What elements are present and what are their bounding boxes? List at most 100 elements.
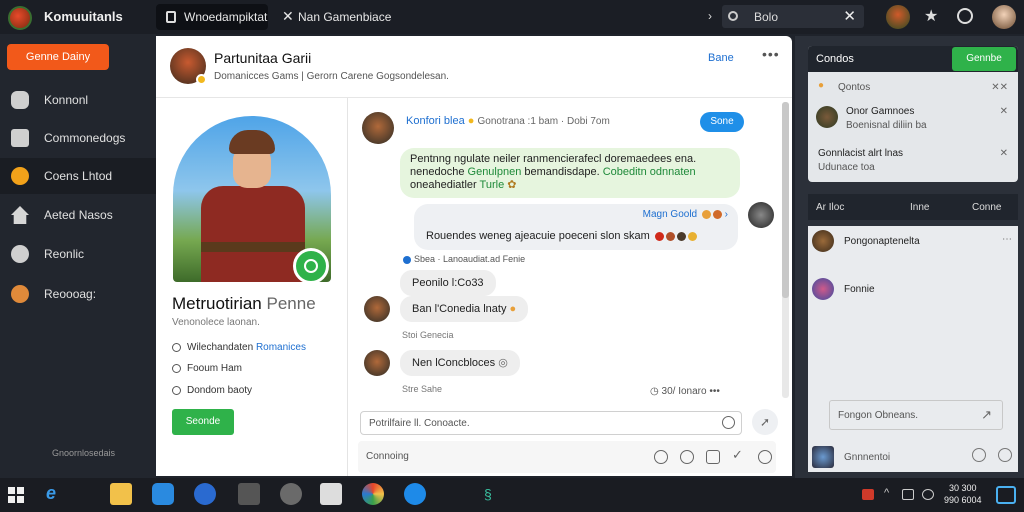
sidebar-item-label: Reoooag: <box>44 287 97 301</box>
edge-icon[interactable] <box>404 483 426 505</box>
check-icon[interactable]: ✓ <box>732 447 746 462</box>
right-panel: Condos Gennbe ● Qontos ✕✕ Onor Gamnoes B… <box>795 36 1024 478</box>
copyright-icon[interactable] <box>680 450 694 464</box>
primary-cta-button[interactable]: Genne Dainy <box>7 44 109 70</box>
emoji-icon[interactable] <box>722 416 735 429</box>
user-icon <box>172 363 181 373</box>
sidebar-item-label: Konnonl <box>44 93 89 107</box>
tab-label: Wnoedampiktat <box>184 10 268 24</box>
contacts-button[interactable]: Gennbe <box>952 47 1016 71</box>
sidebar-item-communities[interactable]: Commonedogs <box>0 120 156 156</box>
power-icon[interactable] <box>957 8 973 24</box>
avatar <box>812 278 834 300</box>
reaction-icon <box>403 255 411 264</box>
close-icon[interactable]: ✕ <box>1000 148 1008 159</box>
clock-icon <box>172 385 181 395</box>
more-options-icon[interactable]: ⋯ <box>1002 234 1012 245</box>
document-icon <box>166 11 176 23</box>
close-icon[interactable]: ✕ <box>282 8 294 25</box>
message-meta: Sbea · Lanoaudiat.ad Fenie <box>400 254 525 264</box>
reply-avatar[interactable] <box>748 202 774 228</box>
chat-icon <box>11 129 29 147</box>
group-avatar[interactable] <box>170 48 207 85</box>
group-title: Partunitaa Garii <box>214 50 312 66</box>
tab-active[interactable]: Wnoedampiktat <box>156 4 268 30</box>
contacts-card: Condos Gennbe ● Qontos ✕✕ Onor Gamnoes B… <box>808 46 1018 182</box>
sidebar-item-reports[interactable]: Reoooag: <box>0 276 156 312</box>
avatar <box>812 446 834 468</box>
member-avatar[interactable] <box>364 296 390 322</box>
timer-icon[interactable] <box>654 450 668 464</box>
group-subtitle: Domanicces Gams | Gerorn Carene Gogsonde… <box>214 71 449 82</box>
browser-icon[interactable] <box>194 483 216 505</box>
store-icon[interactable] <box>320 483 342 505</box>
profile-detail: Dondom baoty <box>172 385 252 396</box>
star-icon[interactable]: ★ <box>924 6 938 26</box>
compose-toolbar: Connoing ✓ <box>358 441 776 473</box>
message-bubble: Magn Goold › Rouendes weneg ajeacuie poe… <box>414 204 738 250</box>
header-link[interactable]: Bane <box>708 52 734 64</box>
chat-area: Konfori blea ● Gonotrana :1 bam · Dobi 7… <box>348 98 792 476</box>
sidebar-item-home[interactable]: Konnonl <box>0 82 156 118</box>
profile-link[interactable]: Romanices <box>256 342 306 353</box>
home-icon <box>11 206 29 224</box>
gear-icon <box>11 245 29 263</box>
scrollbar[interactable] <box>782 102 789 398</box>
send-icon[interactable]: ↗ <box>981 407 992 423</box>
sidebar-item-label: Commonedogs <box>44 131 126 145</box>
sidebar-item-home-page[interactable]: Aeted Nasos <box>0 197 156 233</box>
sync-icon[interactable]: § <box>484 486 506 508</box>
title-bar: Komuuitanls Wnoedampiktat ✕ Nan Gamenbia… <box>0 0 1024 34</box>
message-actions: ◷ 30/ Ionaro ••• <box>650 386 720 397</box>
sender-line: Konfori blea ● Gonotrana :1 bam · Dobi 7… <box>406 115 610 127</box>
emoji-icon[interactable] <box>758 450 772 464</box>
tab-secondary[interactable]: ✕ Nan Gamenbiace <box>280 4 410 30</box>
folder-icon[interactable] <box>110 483 132 505</box>
send-icon[interactable]: ➚ <box>752 409 778 435</box>
chat-header: Partunitaa Garii Domanicces Gams | Geror… <box>156 36 792 98</box>
search-input[interactable]: Bolo <box>754 10 778 24</box>
chrome-icon[interactable] <box>362 483 384 505</box>
emoji-icon[interactable] <box>998 448 1012 462</box>
toolbar-placeholder[interactable]: Connoing <box>366 451 409 462</box>
friend-search-input[interactable]: Fongon Obneans. ↗ <box>829 400 1003 430</box>
emoji-icon <box>11 285 29 303</box>
sender-avatar[interactable] <box>362 112 394 144</box>
message-author: Magn Goold › <box>642 209 728 220</box>
network-icon[interactable] <box>902 489 914 500</box>
message-chip: Nen lConcbloces ◎ <box>400 350 520 376</box>
profile-name: Metruotirian Penne <box>172 294 316 313</box>
avatar[interactable] <box>886 5 910 29</box>
shield-icon[interactable] <box>152 483 174 505</box>
send-message-button[interactable]: Seonde <box>172 409 234 435</box>
chevron-right-icon[interactable]: › <box>708 9 712 23</box>
message-text: Rouendes weneg ajeacuie poeceni slon ska… <box>426 230 697 242</box>
close-icon[interactable]: ✕ <box>1000 106 1008 117</box>
system-clock[interactable]: 30 300 990 6004 <box>944 482 982 506</box>
taskbar: e § ^ 30 300 990 6004 <box>0 478 1024 512</box>
app-icon[interactable] <box>238 483 260 505</box>
gift-icon[interactable] <box>706 450 720 464</box>
member-avatar[interactable] <box>364 350 390 376</box>
more-options-icon[interactable]: ••• <box>762 46 780 62</box>
more-options-icon[interactable]: ••• <box>709 386 720 397</box>
chevron-up-icon[interactable]: ^ <box>884 487 896 499</box>
notification-icon[interactable] <box>862 489 874 500</box>
app-icon[interactable] <box>280 483 302 505</box>
status-pill-button[interactable]: Sone <box>700 112 744 132</box>
edge-icon[interactable]: e <box>46 483 68 505</box>
user-avatar[interactable] <box>992 5 1016 29</box>
sidebar-item-active[interactable]: Coens Lhtod <box>0 158 156 194</box>
close-icon[interactable]: ✕ <box>843 7 856 25</box>
search-field[interactable]: Bolo ✕ <box>722 5 864 28</box>
contacts-header: Condos Gennbe <box>808 46 1018 72</box>
sidebar-item-resources[interactable]: Reonlic <box>0 236 156 272</box>
windows-start-icon[interactable] <box>8 487 24 503</box>
info-icon <box>172 342 181 352</box>
action-center-icon[interactable] <box>996 486 1016 504</box>
close-icon[interactable]: ✕✕ <box>991 82 1008 93</box>
compose-input[interactable]: Potrilfaire ll. Conoacte. <box>360 411 742 435</box>
timestamp: Stoi Genecia <box>402 330 454 340</box>
volume-icon[interactable] <box>922 489 934 500</box>
settings-icon[interactable] <box>972 448 986 462</box>
